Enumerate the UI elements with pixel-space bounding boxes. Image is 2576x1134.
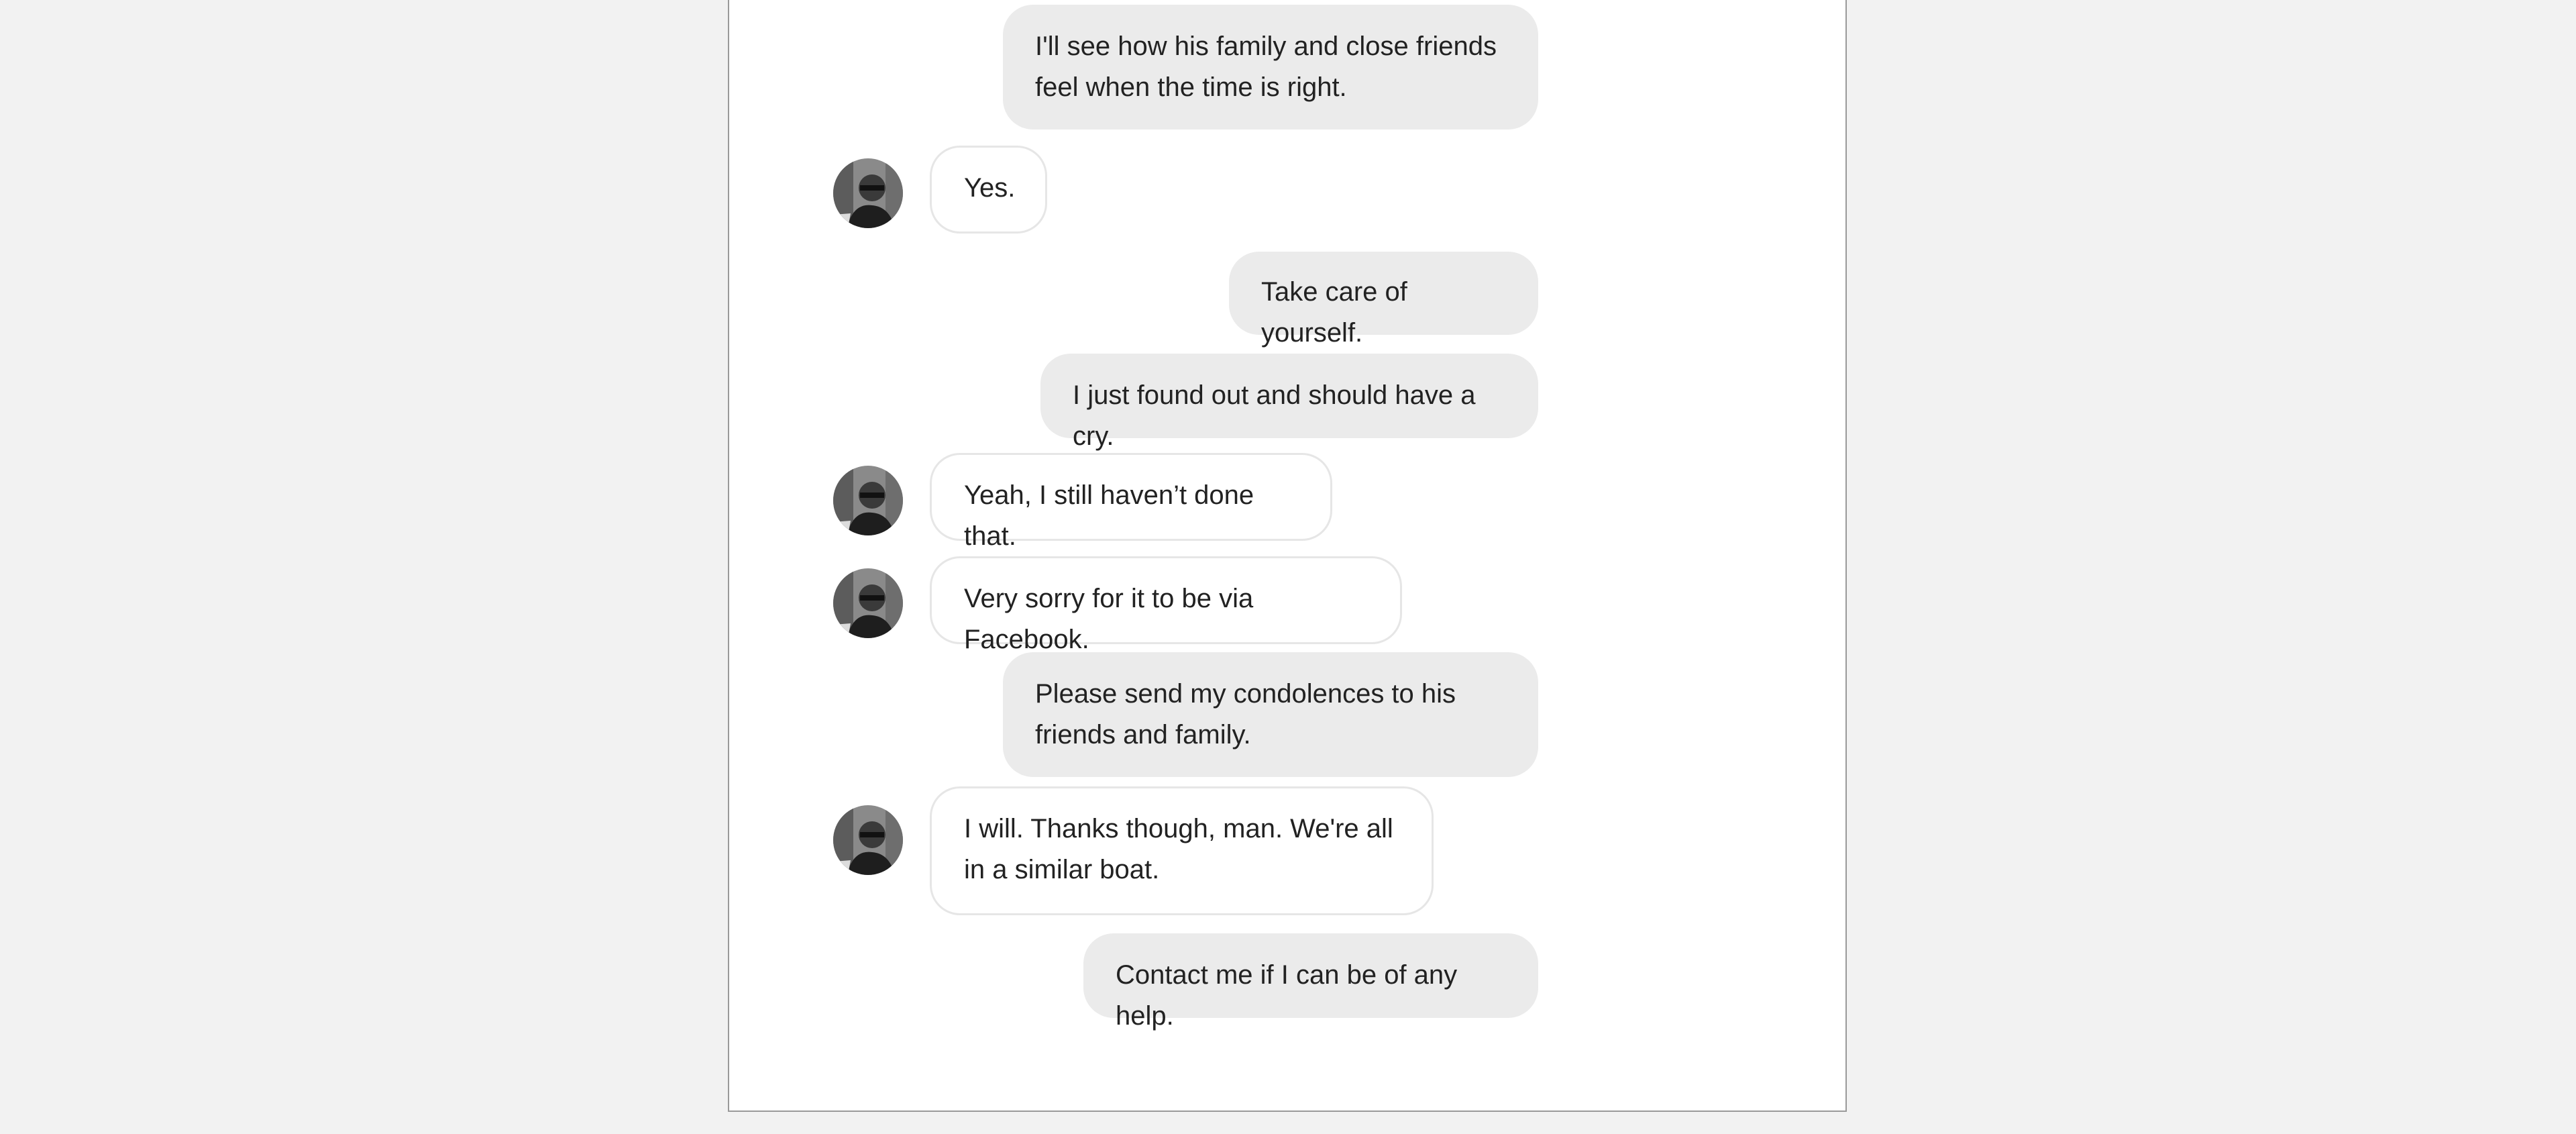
contact-avatar[interactable] [833, 158, 903, 228]
sent-message-bubble: I'll see how his family and close friend… [1003, 5, 1538, 130]
avatar-icon [833, 466, 903, 535]
avatar-icon [833, 158, 903, 228]
avatar-icon [833, 805, 903, 875]
contact-avatar[interactable] [833, 568, 903, 638]
received-message-bubble: Yeah, I still haven’t done that. [930, 453, 1332, 551]
avatar-icon [833, 568, 903, 638]
sent-message-bubble: I just found out and should have a cry. [1040, 354, 1538, 451]
received-message-bubble: Yes. [930, 146, 1047, 234]
sent-message-bubble: Please send my condolences to his friend… [1003, 652, 1538, 777]
sent-message-bubble: Take care of yourself. [1229, 252, 1538, 348]
received-message-bubble: Very sorry for it to be via Facebook. [930, 556, 1402, 654]
chat-page: I'll see how his family and close friend… [728, 0, 1847, 1112]
sent-message-bubble: Contact me if I can be of any help. [1083, 933, 1538, 1031]
received-message-bubble: I will. Thanks though, man. We're all in… [930, 786, 1434, 915]
contact-avatar[interactable] [833, 805, 903, 875]
contact-avatar[interactable] [833, 466, 903, 535]
